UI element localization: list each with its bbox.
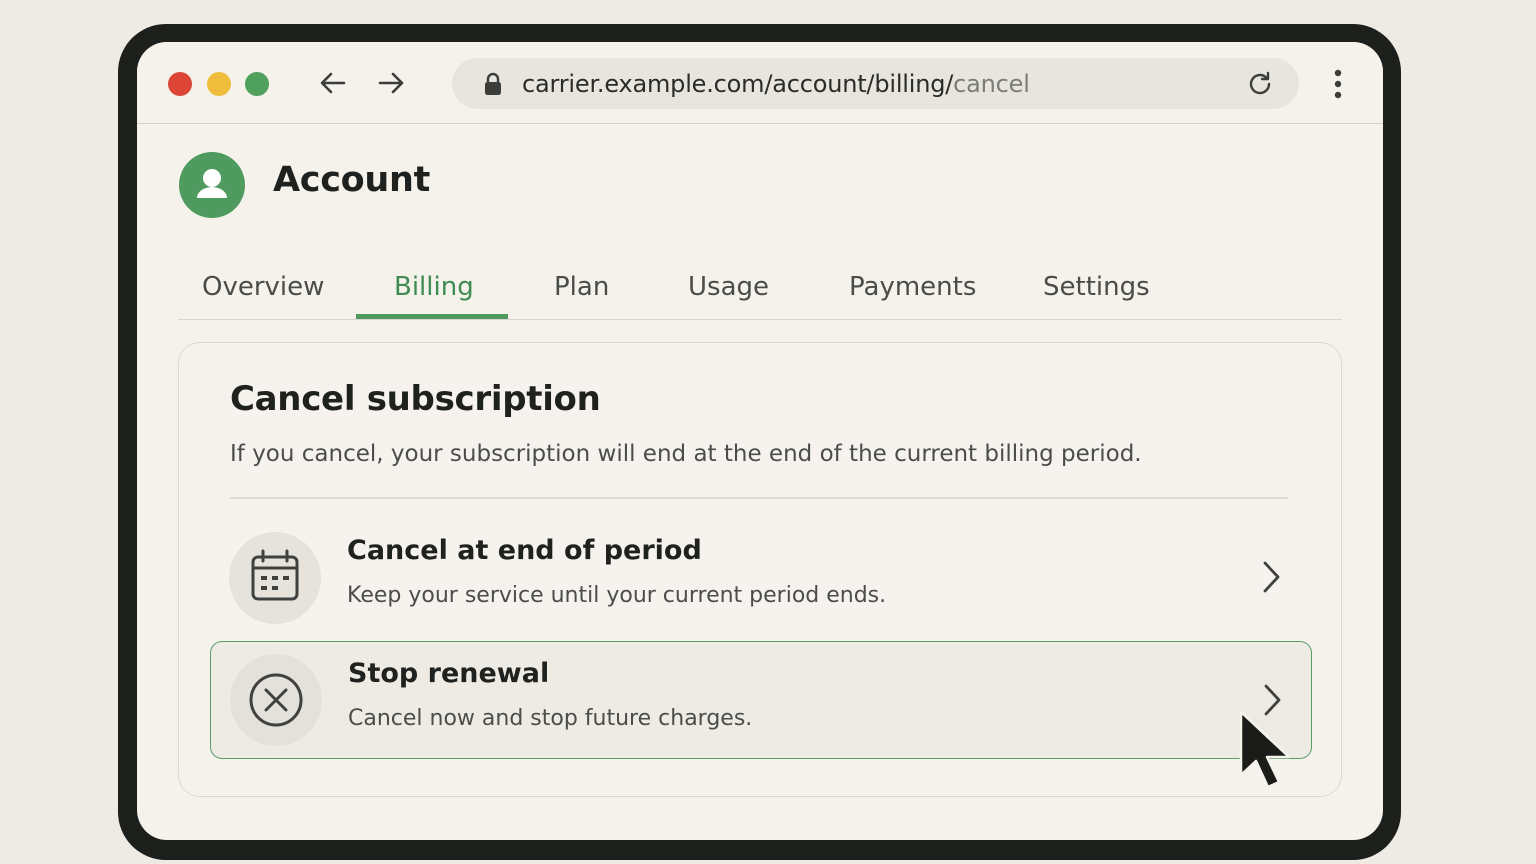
close-window-button[interactable]: [168, 72, 192, 96]
stop-renewal-option[interactable]: Stop renewal Cancel now and stop future …: [210, 641, 1312, 759]
tab-payments[interactable]: Payments: [849, 272, 976, 302]
url-path: carrier.example.com/account/billing/: [522, 70, 954, 98]
forward-button[interactable]: [376, 68, 406, 98]
divider: [230, 497, 1288, 499]
maximize-window-button[interactable]: [245, 72, 269, 96]
back-button[interactable]: [318, 68, 348, 98]
arrow-right-icon: [378, 72, 404, 94]
tab-billing[interactable]: Billing: [394, 272, 474, 302]
option-title: Stop renewal: [348, 658, 550, 689]
url-path-dim: cancel: [953, 70, 1030, 98]
browser-window: carrier.example.com/account/billing/canc…: [137, 42, 1383, 840]
lock-icon: [485, 72, 501, 95]
card-description: If you cancel, your subscription will en…: [230, 441, 1142, 467]
option-subtitle: Keep your service until your current per…: [347, 583, 887, 608]
avatar: [179, 152, 245, 218]
reload-icon[interactable]: [1245, 69, 1275, 99]
cancel-at-end-of-period-option[interactable]: Cancel at end of period Keep your servic…: [210, 519, 1310, 635]
option-icon-circle: [230, 654, 322, 746]
close-circle-icon: [249, 673, 303, 727]
page-title: Account: [273, 160, 431, 200]
minimize-window-button[interactable]: [207, 72, 231, 96]
tab-settings[interactable]: Settings: [1043, 272, 1150, 302]
option-subtitle: Cancel now and stop future charges.: [348, 706, 753, 731]
tab-usage[interactable]: Usage: [688, 272, 769, 302]
option-icon-circle: [229, 532, 321, 624]
tab-overview[interactable]: Overview: [202, 272, 324, 302]
chevron-right-icon: [1263, 561, 1280, 593]
arrow-left-icon: [320, 72, 346, 94]
cancel-subscription-card: Cancel subscription If you cancel, your …: [178, 342, 1342, 797]
mouse-pointer-icon: [1239, 710, 1291, 789]
user-icon: [197, 169, 227, 198]
kebab-menu-icon[interactable]: [1323, 67, 1353, 101]
card-title: Cancel subscription: [230, 379, 601, 419]
url-text: carrier.example.com/account/billing/canc…: [522, 70, 1030, 98]
account-tabs: Overview Billing Plan Usage Payments Set…: [178, 252, 1342, 320]
option-title: Cancel at end of period: [347, 535, 702, 566]
browser-toolbar: carrier.example.com/account/billing/canc…: [137, 42, 1383, 124]
address-bar[interactable]: carrier.example.com/account/billing/canc…: [452, 58, 1299, 109]
tab-plan[interactable]: Plan: [554, 272, 609, 302]
active-tab-indicator: [356, 314, 508, 319]
calendar-icon: [251, 549, 299, 601]
